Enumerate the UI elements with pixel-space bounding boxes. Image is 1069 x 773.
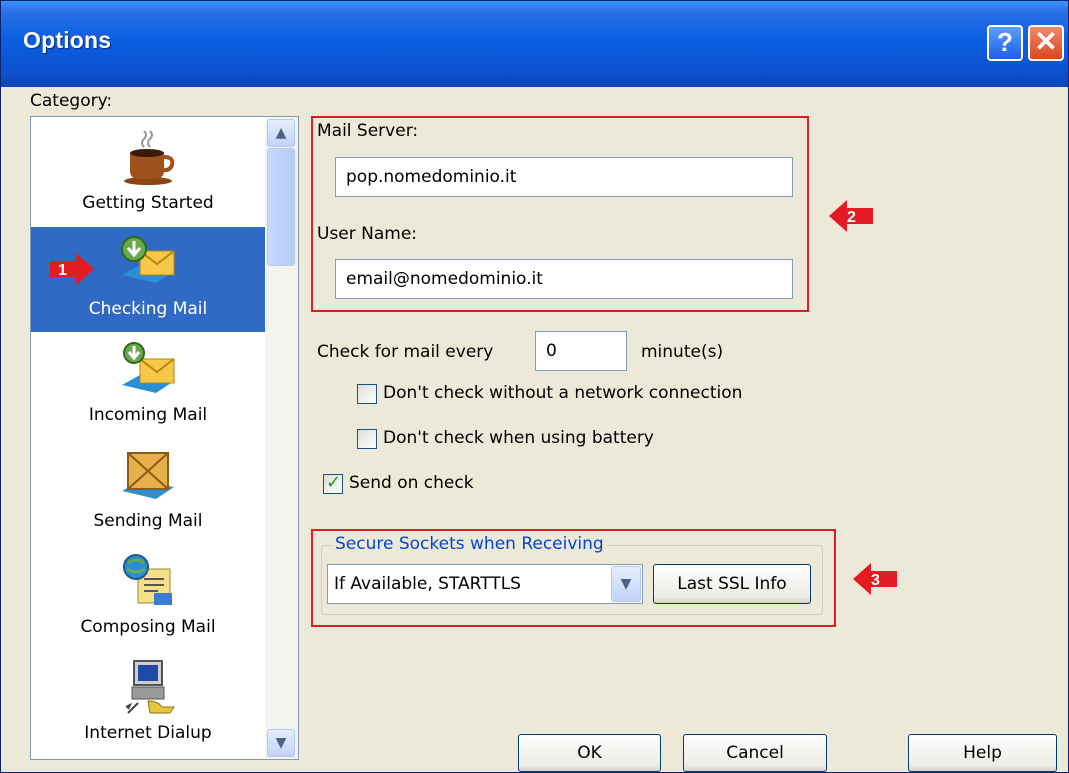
category-label-text: Composing Mail [80,617,216,637]
scroll-up-button[interactable]: ▲ [267,119,295,147]
chevron-down-icon: ▼ [275,735,287,751]
user-name-label: User Name: [317,224,418,244]
annotation-number-1: 1 [58,262,67,279]
scroll-thumb[interactable] [267,148,295,266]
composing-mail-icon [123,554,172,605]
chevron-down-icon: ▼ [620,576,632,592]
ssl-mode-value: If Available, STARTTLS [334,574,521,594]
send-on-check-label: Send on check [349,473,474,493]
checking-mail-icon [121,236,175,283]
ssl-group-label: Secure Sockets when Receiving [332,534,607,554]
category-label-text: Getting Started [82,193,214,213]
checkmark-icon: ✓ [326,472,342,493]
question-mark-icon: ? [997,27,1013,57]
no-network-label: Don't check without a network connection [383,383,743,403]
check-interval-input[interactable]: 0 [535,331,627,371]
help-title-button[interactable]: ? [987,25,1023,61]
close-icon: ✕ [1034,26,1058,57]
category-label-text: Incoming Mail [88,405,208,425]
scroll-down-button[interactable]: ▼ [267,729,295,757]
category-label: Category: [30,91,113,111]
send-on-check-checkbox[interactable]: ✓ [323,472,343,494]
check-interval-suffix: minute(s) [641,342,724,362]
category-scrollbar[interactable]: ▲ ▼ [265,117,298,759]
dropdown-button[interactable]: ▼ [611,566,641,602]
annotation-arrow-1: 1 [50,253,94,285]
check-interval-prefix: Check for mail every [317,342,494,362]
internet-dialup-icon [125,660,175,714]
options-dialog: Options ? ✕ Category: Getting Started Ch… [0,0,1069,773]
last-ssl-info-button[interactable]: Last SSL Info [653,564,811,604]
incoming-mail-icon [122,342,175,393]
close-button[interactable]: ✕ [1028,25,1064,61]
category-item-getting-started[interactable]: Getting Started [31,121,265,226]
window-title: Options [23,27,112,53]
battery-label: Don't check when using battery [383,428,654,448]
annotation-arrow-2: 2 [829,200,873,232]
help-button[interactable]: Help [908,734,1057,772]
chevron-up-icon: ▲ [275,125,287,141]
annotation-number-3: 3 [871,572,880,589]
category-item-incoming-mail[interactable]: Incoming Mail [31,333,265,438]
category-label-text: Sending Mail [93,511,203,531]
battery-checkbox[interactable] [357,429,377,449]
annotation-arrow-3: 3 [853,563,897,595]
title-bar[interactable]: Options ? ✕ [1,1,1068,87]
ssl-mode-select[interactable]: If Available, STARTTLS ▼ [327,564,643,604]
mail-server-input[interactable]: pop.nomedominio.it [335,157,793,197]
category-item-composing-mail[interactable]: Composing Mail [31,545,265,650]
coffee-cup-icon [124,130,175,185]
sending-mail-icon [122,452,174,499]
cancel-button[interactable]: Cancel [683,734,827,772]
annotation-number-2: 2 [847,209,856,226]
category-label-text: Internet Dialup [84,723,212,743]
category-label-text: Checking Mail [88,299,208,319]
user-name-input[interactable]: email@nomedominio.it [335,259,793,299]
category-item-internet-dialup[interactable]: Internet Dialup [31,651,265,756]
mail-server-label: Mail Server: [317,121,419,141]
ok-button[interactable]: OK [518,734,661,772]
category-item-sending-mail[interactable]: Sending Mail [31,439,265,544]
no-network-checkbox[interactable] [357,384,377,404]
category-list[interactable]: Getting Started Checking Mail Incoming M [30,116,299,760]
